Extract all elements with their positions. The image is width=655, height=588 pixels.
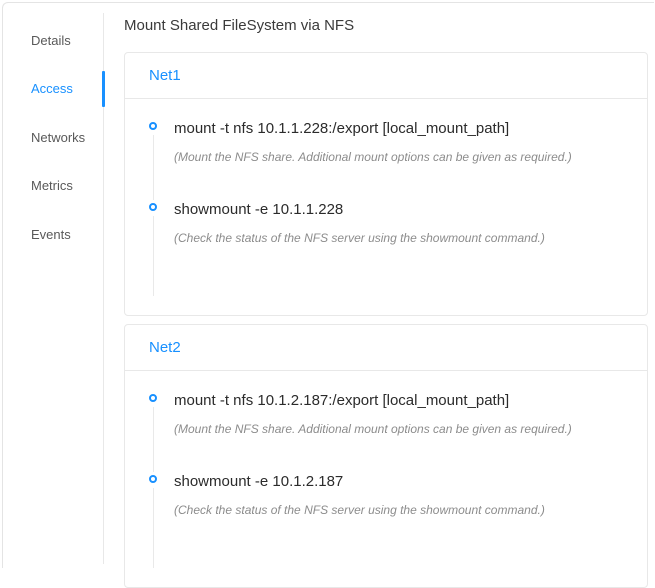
timeline-step: mount -t nfs 10.1.2.187:/export [local_m…	[149, 391, 623, 472]
timeline-dot-icon	[149, 394, 157, 402]
sidebar-item-events[interactable]: Events	[3, 210, 104, 259]
command-description: (Mount the NFS share. Additional mount o…	[174, 422, 623, 437]
timeline-dot-icon	[149, 203, 157, 211]
timeline-step: showmount -e 10.1.2.187 (Check the statu…	[149, 472, 623, 568]
card-title-link[interactable]: Net1	[149, 67, 181, 84]
sidebar: Details Access Networks Metrics Events	[3, 3, 104, 568]
network-card-net1: Net1 mount -t nfs 10.1.1.228:/export [lo…	[124, 52, 648, 316]
command-text: mount -t nfs 10.1.2.187:/export [local_m…	[174, 391, 623, 410]
timeline-tail	[153, 488, 154, 568]
sidebar-item-label: Access	[31, 81, 73, 96]
sidebar-item-details[interactable]: Details	[3, 16, 104, 65]
sidebar-item-metrics[interactable]: Metrics	[3, 162, 104, 211]
command-description: (Check the status of the NFS server usin…	[174, 231, 623, 246]
sidebar-item-label: Details	[31, 33, 71, 48]
command-text: showmount -e 10.1.1.228	[174, 200, 623, 219]
command-text: showmount -e 10.1.2.187	[174, 472, 623, 491]
sidebar-item-label: Metrics	[31, 178, 73, 193]
timeline-tail	[153, 135, 154, 200]
card-header: Net1	[125, 53, 647, 99]
command-text: mount -t nfs 10.1.1.228:/export [local_m…	[174, 119, 623, 138]
sidebar-item-label: Networks	[31, 130, 85, 145]
sidebar-item-label: Events	[31, 227, 71, 242]
page-title: Mount Shared FileSystem via NFS	[124, 18, 648, 34]
command-description: (Check the status of the NFS server usin…	[174, 503, 623, 518]
active-tab-indicator	[102, 71, 105, 107]
card-body: mount -t nfs 10.1.2.187:/export [local_m…	[125, 371, 647, 587]
card-body: mount -t nfs 10.1.1.228:/export [local_m…	[125, 99, 647, 315]
sidebar-item-networks[interactable]: Networks	[3, 113, 104, 162]
content-panel: Details Access Networks Metrics Events M…	[2, 2, 654, 568]
sidebar-item-access[interactable]: Access	[3, 65, 104, 114]
timeline-step: showmount -e 10.1.1.228 (Check the statu…	[149, 200, 623, 296]
timeline-step: mount -t nfs 10.1.1.228:/export [local_m…	[149, 119, 623, 200]
command-description: (Mount the NFS share. Additional mount o…	[174, 150, 623, 165]
timeline-dot-icon	[149, 122, 157, 130]
timeline-tail	[153, 216, 154, 296]
card-header: Net2	[125, 325, 647, 371]
card-title-link[interactable]: Net2	[149, 339, 181, 356]
main-content: Mount Shared FileSystem via NFS Net1 mou…	[104, 3, 654, 568]
network-card-net2: Net2 mount -t nfs 10.1.2.187:/export [lo…	[124, 324, 648, 588]
timeline-tail	[153, 407, 154, 472]
timeline-dot-icon	[149, 475, 157, 483]
